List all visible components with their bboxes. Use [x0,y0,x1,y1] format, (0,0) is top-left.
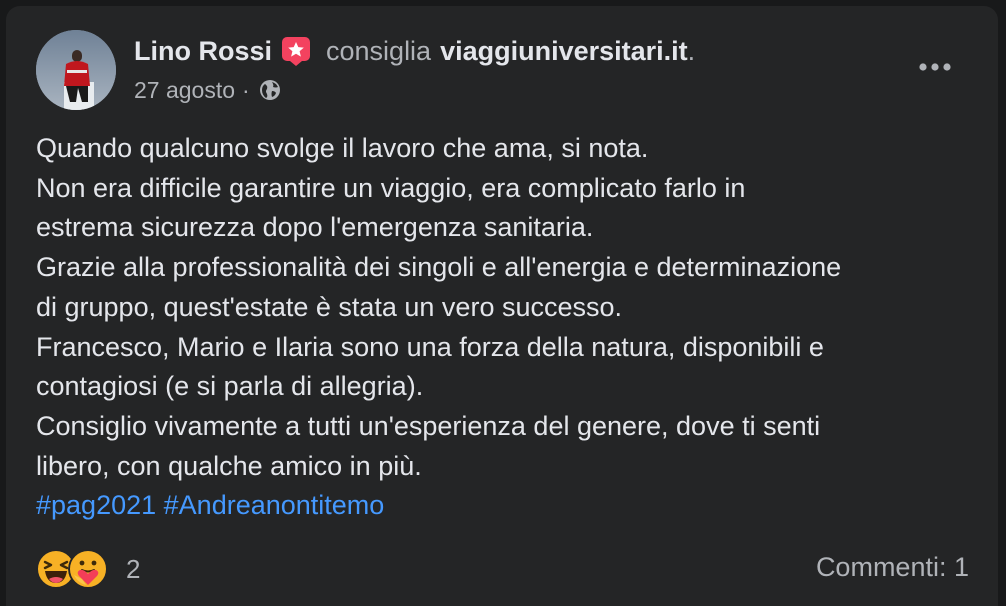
post-header: Lino Rossi consiglia viaggiuniversitari.… [134,33,695,69]
post-body-line: contagiosi (e si parla di allegria). [36,371,424,402]
post-body-line: libero, con qualche amico in più. [36,450,422,481]
meta-separator: · [242,76,250,103]
recommend-verb: consiglia [326,35,432,66]
hashtag-link[interactable]: #Andreanontitemo [164,490,385,520]
post-body-line: Grazie alla professionalità dei singoli … [36,252,842,283]
post-body-line: Francesco, Mario e Ilaria sono una forza… [36,331,824,362]
post-body-line: Quando qualcuno svolge il lavoro che ama… [36,133,649,163]
more-options-icon [919,63,951,71]
reactions-summary[interactable]: 2 [36,548,140,590]
avatar-photo [36,30,116,110]
post-body-line: Consiglio vivamente a tutti un'esperienz… [36,410,821,441]
author-name[interactable]: Lino Rossi [134,36,272,67]
post-meta: 27 agosto · [134,76,281,104]
post-body-line: estrema sicurezza dopo l'emergenza sanit… [36,212,594,243]
author-avatar[interactable] [36,30,116,110]
recommended-page-link[interactable]: viaggiuniversitari.it [440,36,688,67]
care-reaction-icon [68,549,108,589]
comments-count-link[interactable]: Commenti: 1 [816,552,969,583]
star-badge-icon [282,37,311,66]
hashtag-link[interactable]: #pag2021 [36,490,156,520]
header-period: . [687,35,696,66]
reaction-count: 2 [126,553,141,584]
post-body-line: di gruppo, quest'estate è stata un vero … [36,291,623,322]
hashtags-line: #pag2021 #Andreanontitemo [36,486,986,526]
post-body: Quando qualcuno svolge il lavoro che ama… [36,129,986,526]
globe-icon[interactable] [259,79,281,101]
post-card: Lino Rossi consiglia viaggiuniversitari.… [6,6,998,606]
more-options-button[interactable] [906,50,964,84]
post-date[interactable]: 27 agosto [134,77,235,104]
post-body-line: Non era difficile garantire un viaggio, … [36,172,746,203]
